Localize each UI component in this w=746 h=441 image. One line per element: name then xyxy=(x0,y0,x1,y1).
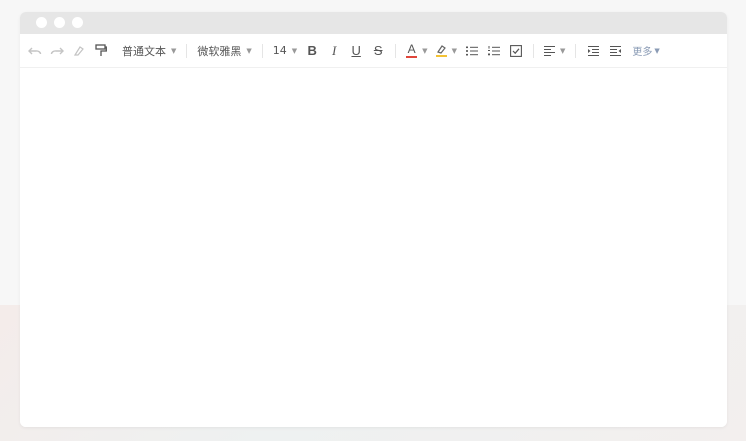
toolbar-divider xyxy=(575,43,577,58)
more-label: 更多 xyxy=(632,47,653,58)
font-color-swatch xyxy=(406,56,418,58)
italic-button[interactable]: I xyxy=(323,41,345,61)
chevron-down-icon: ▼ xyxy=(559,46,566,55)
paint-roller-icon xyxy=(95,44,107,56)
increase-indent-button[interactable] xyxy=(582,41,604,61)
indent-icon xyxy=(587,45,599,56)
numbered-list-button[interactable] xyxy=(483,41,505,61)
bulleted-list-button[interactable] xyxy=(461,41,483,61)
font-family-dropdown[interactable]: 微软雅黑 ▼ xyxy=(193,41,255,61)
toolbar-divider xyxy=(186,43,188,58)
chevron-down-icon: ▼ xyxy=(654,46,660,55)
format-painter-button[interactable] xyxy=(90,41,112,61)
toolbar-divider xyxy=(261,43,263,58)
toolbar-divider xyxy=(395,43,397,58)
font-color-letter: A xyxy=(407,42,416,56)
checklist-icon xyxy=(510,44,522,57)
redo-icon xyxy=(50,47,64,54)
highlight-color-button[interactable]: ▼ xyxy=(432,41,461,61)
font-color-button[interactable]: A ▼ xyxy=(402,41,431,61)
undo-icon xyxy=(28,47,42,54)
chevron-down-icon: ▼ xyxy=(422,46,428,55)
align-dropdown[interactable]: ▼ xyxy=(540,41,569,61)
font-size-label: 14 xyxy=(272,44,287,57)
numbered-list-icon xyxy=(487,45,500,55)
font-size-dropdown[interactable]: 14 ▼ xyxy=(269,41,301,61)
editor-content-area[interactable] xyxy=(20,68,727,427)
editor-window: 普通文本 ▼ 微软雅黑 ▼ 14 ▼ B I U S A ▼ ▼ ▼ 更多 ▼ xyxy=(20,12,727,427)
chevron-down-icon: ▼ xyxy=(451,46,457,55)
highlight-color-swatch xyxy=(435,55,447,57)
align-left-icon xyxy=(543,45,555,56)
window-control-dot[interactable] xyxy=(72,17,83,28)
checklist-button[interactable] xyxy=(505,41,527,61)
eraser-icon xyxy=(73,45,84,56)
chevron-down-icon: ▼ xyxy=(291,46,298,55)
decrease-indent-button[interactable] xyxy=(604,41,626,61)
window-control-dot[interactable] xyxy=(54,17,65,28)
more-dropdown[interactable]: 更多 ▼ xyxy=(630,41,661,61)
window-titlebar xyxy=(20,12,727,34)
clear-format-button[interactable] xyxy=(68,41,90,61)
toolbar-divider xyxy=(532,43,534,58)
undo-button[interactable] xyxy=(24,41,46,61)
font-family-label: 微软雅黑 xyxy=(197,44,242,58)
chevron-down-icon: ▼ xyxy=(246,46,252,55)
paragraph-style-label: 普通文本 xyxy=(122,44,166,58)
underline-button[interactable]: U xyxy=(345,41,367,61)
strikethrough-button[interactable]: S xyxy=(367,41,389,61)
highlighter-icon xyxy=(435,44,447,57)
outdent-icon xyxy=(609,45,621,56)
bulleted-list-icon xyxy=(465,46,478,55)
font-color-icon: A xyxy=(406,42,418,58)
chevron-down-icon: ▼ xyxy=(171,46,177,55)
window-control-dot[interactable] xyxy=(36,17,47,28)
editor-toolbar: 普通文本 ▼ 微软雅黑 ▼ 14 ▼ B I U S A ▼ ▼ ▼ 更多 ▼ xyxy=(20,34,727,68)
redo-button[interactable] xyxy=(46,41,68,61)
paragraph-style-dropdown[interactable]: 普通文本 ▼ xyxy=(118,41,180,61)
bold-button[interactable]: B xyxy=(301,41,323,61)
